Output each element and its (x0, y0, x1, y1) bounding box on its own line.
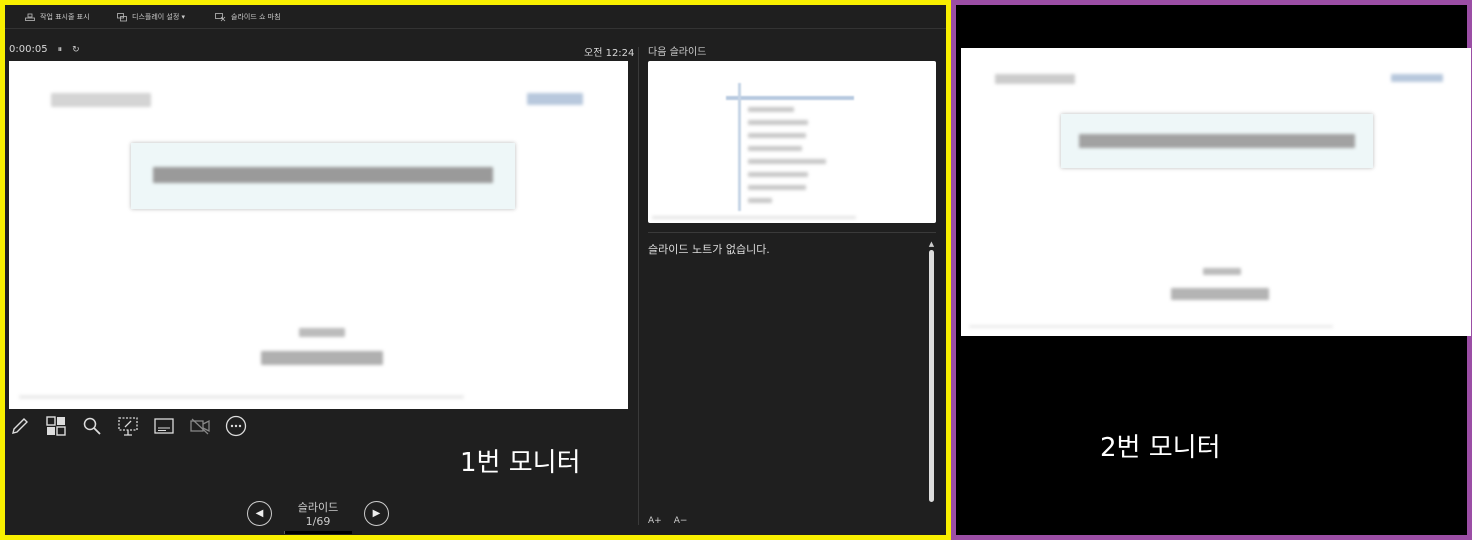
slide-sorter-icon[interactable] (45, 415, 67, 437)
next-slide-line (748, 159, 826, 164)
end-show-icon (215, 12, 226, 21)
next-slide-footer (652, 216, 856, 219)
slide-counter[interactable]: 슬라이드 1/69 (284, 499, 352, 534)
audience-slide-logo (995, 74, 1075, 84)
camera-off-icon[interactable] (189, 415, 211, 437)
panel-divider[interactable] (638, 47, 639, 525)
current-slide-preview[interactable] (9, 61, 628, 409)
slide-progress-fill (284, 531, 285, 534)
pause-icon[interactable]: ⏸ (58, 45, 63, 55)
end-show-label: 슬라이드 쇼 마침 (231, 13, 281, 21)
more-options-icon[interactable] (225, 415, 247, 437)
scrollbar-thumb[interactable] (929, 250, 934, 502)
display-settings-label: 디스플레이 설정 ▾ (132, 13, 186, 21)
elapsed-time: 0:00:05 (9, 44, 48, 55)
next-slide-line (748, 185, 806, 190)
next-slide-line (748, 198, 772, 203)
scroll-up-icon[interactable]: ▲ (927, 240, 936, 248)
notes-separator[interactable] (648, 232, 936, 233)
taskbar-icon (25, 13, 35, 21)
notes-font-controls: A+ A− (648, 516, 687, 526)
slide-title-text (153, 167, 493, 183)
show-taskbar-button[interactable]: 작업 표시줄 표시 (25, 12, 90, 22)
next-slide-label: 다음 슬라이드 (648, 47, 707, 58)
next-slide-line (748, 120, 808, 125)
pointer-screen-icon[interactable] (117, 415, 139, 437)
clock: 오전 12:24 (584, 48, 635, 59)
audience-slide-title-box (1061, 114, 1373, 168)
pen-icon[interactable] (9, 415, 31, 437)
next-slide-button[interactable]: ▶ (364, 501, 389, 526)
audience-slide-title-text (1079, 134, 1355, 148)
increase-font-button[interactable]: A+ (648, 516, 662, 526)
notes-scrollbar[interactable]: ▲ (927, 240, 936, 512)
audience-slide[interactable] (961, 48, 1471, 336)
show-taskbar-label: 작업 표시줄 표시 (40, 13, 90, 21)
speaker-notes: 슬라이드 노트가 없습니다. (648, 243, 770, 256)
slide-tools (9, 415, 247, 437)
monitor-1-presenter-view: 작업 표시줄 표시 디스플레이 설정 ▾ 슬라이드 쇼 마침 0:00:05 ⏸… (0, 0, 951, 540)
slide-navigation: ◀ 슬라이드 1/69 ▶ (247, 499, 389, 534)
next-slide-line (748, 133, 806, 138)
end-show-button[interactable]: 슬라이드 쇼 마침 (215, 12, 281, 22)
monitor-1-label: 1번 모니터 (460, 448, 581, 478)
next-slide-line (748, 107, 794, 112)
next-slide-vertical-line (738, 83, 741, 211)
restart-icon[interactable]: ↻ (72, 45, 80, 55)
slide-counter-text: 슬라이드 1/69 (297, 501, 339, 528)
presenter-toolbar: 작업 표시줄 표시 디스플레이 설정 ▾ 슬라이드 쇼 마침 (5, 5, 946, 29)
next-slide-line (748, 146, 802, 151)
audience-slide-author (1171, 288, 1269, 300)
subtitles-icon[interactable] (153, 415, 175, 437)
audience-slide-badge (1391, 74, 1443, 82)
monitor-2-audience-view: 2번 모니터 (951, 0, 1472, 540)
audience-slide-footer (969, 325, 1333, 328)
display-icon (117, 12, 127, 21)
slide-footer (19, 395, 464, 399)
slide-badge (527, 93, 583, 105)
slide-title-box (131, 143, 515, 209)
previous-slide-button[interactable]: ◀ (247, 501, 272, 526)
next-slide-line (748, 172, 808, 177)
next-slide-preview[interactable] (648, 61, 936, 223)
slide-date (299, 328, 345, 337)
slide-progress-bar (284, 531, 352, 534)
display-settings-button[interactable]: 디스플레이 설정 ▾ (117, 12, 185, 22)
elapsed-timer: 0:00:05 ⏸ ↻ (9, 44, 80, 55)
decrease-font-button[interactable]: A− (674, 516, 688, 526)
audience-slide-date (1203, 268, 1241, 275)
zoom-icon[interactable] (81, 415, 103, 437)
next-slide-header-line (726, 96, 854, 100)
slide-logo (51, 93, 151, 107)
monitor-2-label: 2번 모니터 (1100, 433, 1221, 463)
slide-author (261, 351, 383, 365)
